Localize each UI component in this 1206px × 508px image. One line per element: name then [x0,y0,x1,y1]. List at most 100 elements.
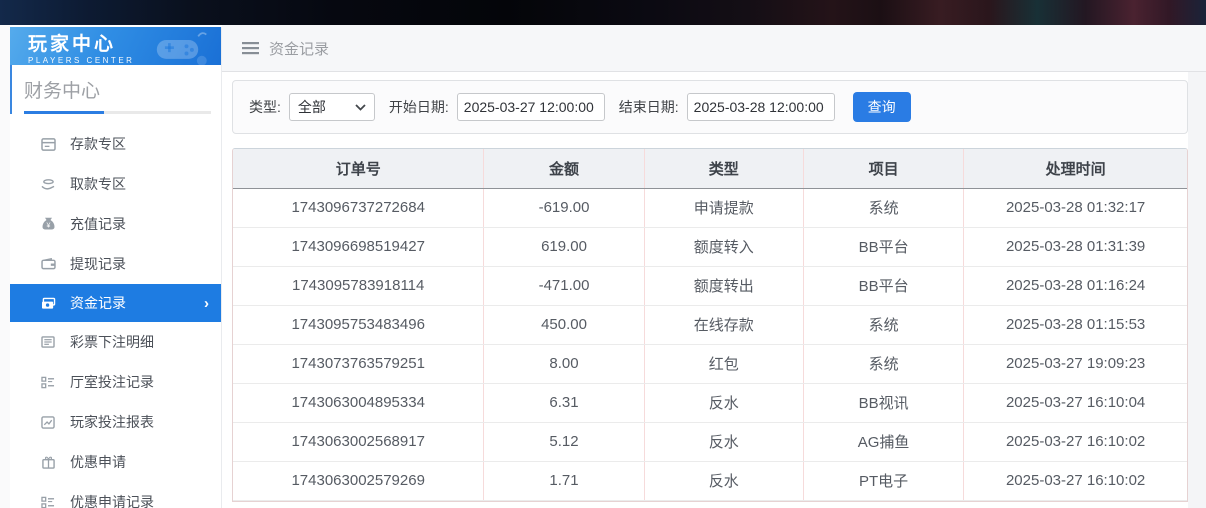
gamepad-icon [153,31,211,72]
table-cell: 1743073763579251 [233,344,484,383]
sidebar-item-label: 充值记录 [70,214,126,234]
table-cell: PT电子 [803,461,963,500]
sidebar-item-1[interactable]: 取款专区 [10,164,221,204]
sidebar-item-9[interactable]: 优惠申请记录 [10,482,221,508]
filter-bar: 类型: 全部 开始日期: 结束日期: 查询 [232,80,1188,134]
finance-center-title: 财务中心 [24,76,211,103]
sidebar: 玩家中心 PLAYERS CENTER 财务中心 存款专区取款专区¥充值记录提现 [10,27,222,508]
table-cell: -471.00 [484,266,644,305]
svg-text:¥: ¥ [46,223,50,230]
type-label: 类型: [249,97,281,117]
checklist-icon [40,494,56,508]
table-cell: 5.12 [484,422,644,461]
table-row: 1743096737272684-619.00申请提款系统2025-03-28 … [233,188,1187,227]
sidebar-item-5[interactable]: 彩票下注明细 [10,322,221,362]
sidebar-item-label: 优惠申请 [70,452,126,472]
gift-icon [40,454,56,470]
table-cell: 1743095783918114 [233,266,484,305]
sidebar-item-label: 玩家投注报表 [70,412,154,432]
table-header-row: 订单号金额类型项目处理时间 [233,149,1187,188]
column-header: 金额 [484,149,644,188]
sidebar-item-4[interactable]: 资金记录› [10,284,221,322]
table-cell: 2025-03-27 16:10:02 [964,422,1187,461]
table-cell: 额度转出 [644,266,803,305]
finance-section-header: 财务中心 [10,65,221,114]
table-cell: BB视讯 [803,383,963,422]
table-cell: AG捕鱼 [803,422,963,461]
sidebar-item-8[interactable]: 优惠申请 [10,442,221,482]
type-select[interactable]: 全部 [289,93,375,121]
section-underline [24,111,211,114]
sidebar-item-label: 彩票下注明细 [70,332,154,352]
table-cell: 系统 [803,305,963,344]
main-area: 资金记录 类型: 全部 开始日期: 结束日期: 查询 订单号金额类型项目处理时间… [222,25,1206,508]
table-cell: 反水 [644,383,803,422]
records-table-wrap: 订单号金额类型项目处理时间 1743096737272684-619.00申请提… [232,148,1188,502]
chevron-down-icon [355,104,366,111]
column-header: 处理时间 [964,149,1187,188]
column-header: 订单号 [233,149,484,188]
deposit-card-icon [40,136,56,152]
document-list-icon [40,334,56,350]
sidebar-item-label: 优惠申请记录 [70,492,154,508]
table-cell: 1743096698519427 [233,227,484,266]
left-gutter [0,25,10,508]
breadcrumb: 资金记录 [222,25,1206,72]
table-cell: 额度转入 [644,227,803,266]
sidebar-item-6[interactable]: 厅室投注记录 [10,362,221,402]
type-select-value: 全部 [298,97,326,117]
table-row: 17430630025689175.12反水AG捕鱼2025-03-27 16:… [233,422,1187,461]
wallet-icon [40,256,56,272]
table-cell: 1743063002568917 [233,422,484,461]
table-cell: 2025-03-28 01:15:53 [964,305,1187,344]
table-cell: 2025-03-28 01:16:24 [964,266,1187,305]
banknotes-icon [40,295,56,311]
table-cell: BB平台 [803,227,963,266]
table-cell: 619.00 [484,227,644,266]
table-cell: 2025-03-27 16:10:02 [964,461,1187,500]
table-row: 1743095783918114-471.00额度转出BB平台2025-03-2… [233,266,1187,305]
table-cell: 2025-03-28 01:32:17 [964,188,1187,227]
page-title: 资金记录 [269,38,329,59]
menu-toggle-icon[interactable] [242,41,259,55]
sidebar-item-label: 提现记录 [70,254,126,274]
top-banner [0,0,1206,25]
table-cell: 在线存款 [644,305,803,344]
sidebar-item-2[interactable]: ¥ 充值记录 [10,204,221,244]
table-cell: -619.00 [484,188,644,227]
sidebar-item-label: 存款专区 [70,134,126,154]
table-cell: 申请提款 [644,188,803,227]
sidebar-item-label: 厅室投注记录 [70,372,154,392]
table-row: 17430630025792691.71反水PT电子2025-03-27 16:… [233,461,1187,500]
column-header: 项目 [803,149,963,188]
table-cell: 系统 [803,344,963,383]
sidebar-item-label: 取款专区 [70,174,126,194]
table-cell: 红包 [644,344,803,383]
table-row: 17430630048953346.31反水BB视讯2025-03-27 16:… [233,383,1187,422]
withdraw-hand-icon [40,176,56,192]
search-button[interactable]: 查询 [853,92,911,122]
start-date-input[interactable] [457,93,605,121]
table-cell: 1743095753483496 [233,305,484,344]
chevron-right-icon: › [204,295,209,312]
table-cell: 反水 [644,461,803,500]
sidebar-item-3[interactable]: 提现记录 [10,244,221,284]
end-date-input[interactable] [687,93,835,121]
table-cell: 反水 [644,422,803,461]
records-table: 订单号金额类型项目处理时间 1743096737272684-619.00申请提… [233,149,1187,501]
table-cell: 系统 [803,188,963,227]
sidebar-menu: 存款专区取款专区 ¥ 充值记录提现记录资金记录› 彩票下注明细厅室投注记录玩家投注报表… [10,124,221,508]
table-cell: 1.71 [484,461,644,500]
sidebar-item-7[interactable]: 玩家投注报表 [10,402,221,442]
table-row: 17430737635792518.00红包系统2025-03-27 19:09… [233,344,1187,383]
table-cell: BB平台 [803,266,963,305]
checklist-icon [40,374,56,390]
table-cell: 8.00 [484,344,644,383]
start-date-label: 开始日期: [389,97,449,117]
table-cell: 2025-03-27 16:10:04 [964,383,1187,422]
sidebar-item-0[interactable]: 存款专区 [10,124,221,164]
table-row: 1743096698519427619.00额度转入BB平台2025-03-28… [233,227,1187,266]
table-cell: 1743096737272684 [233,188,484,227]
table-cell: 450.00 [484,305,644,344]
moneybag-icon: ¥ [40,216,56,232]
